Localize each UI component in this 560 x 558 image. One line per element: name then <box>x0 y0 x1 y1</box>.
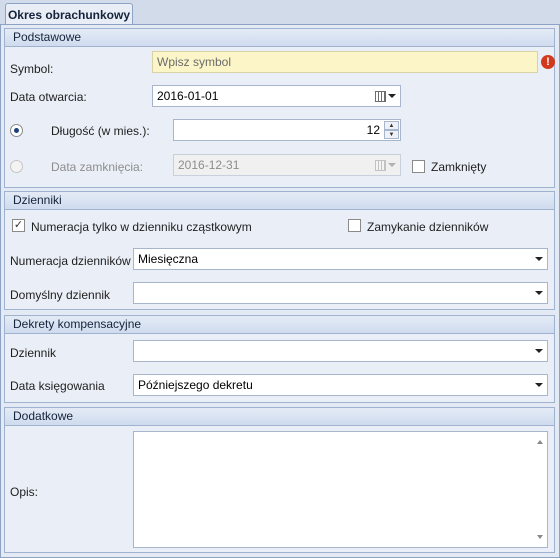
tab-strip: Okres obrachunkowy <box>0 0 560 25</box>
tab-okres-obrachunkowy[interactable]: Okres obrachunkowy <box>5 3 133 25</box>
scroll-down-icon[interactable] <box>537 535 543 539</box>
domyslny-select[interactable] <box>133 282 548 304</box>
numeracja-czastkowym-label: Numeracja tylko w dzienniku cząstkowym <box>31 220 252 234</box>
dlugosc-value: 12 <box>366 123 380 137</box>
numeracja-select[interactable]: Miesięczna <box>133 248 548 270</box>
data-otwarcia-value: 2016-01-01 <box>157 89 219 103</box>
group-header-podstawowe: Podstawowe <box>5 29 554 47</box>
chevron-down-icon[interactable] <box>535 349 543 353</box>
group-header-dzienniki: Dzienniki <box>5 192 554 210</box>
group-header-dodatkowe: Dodatkowe <box>5 408 554 426</box>
symbol-label: Symbol: <box>10 62 54 76</box>
calendar-icon[interactable] <box>375 91 386 102</box>
opis-label: Opis: <box>10 485 39 499</box>
numeracja-czastkowym-checkbox[interactable]: ✓ <box>12 219 25 232</box>
opis-textarea[interactable] <box>133 431 548 548</box>
chevron-down-icon[interactable] <box>388 94 396 98</box>
data-zamkniecia-field[interactable]: 2016-12-31 <box>173 154 401 176</box>
zamkniety-label: Zamknięty <box>431 160 487 174</box>
chevron-down-icon[interactable] <box>535 383 543 387</box>
zamykanie-checkbox[interactable] <box>348 219 361 232</box>
dlugosc-stepper[interactable]: 12 ▲ ▼ <box>173 119 401 141</box>
exclamation-icon: ! <box>541 55 555 69</box>
chevron-down-icon[interactable] <box>388 163 396 167</box>
chevron-down-icon[interactable] <box>535 257 543 261</box>
data-otwarcia-label: Data otwarcia: <box>10 90 87 104</box>
zamkniety-checkbox[interactable] <box>412 160 425 173</box>
spin-down-icon[interactable]: ▼ <box>384 130 399 139</box>
data-ksiegowania-select[interactable]: Późniejszego dekretu <box>133 374 548 396</box>
zamykanie-label: Zamykanie dzienników <box>367 220 489 234</box>
spin-up-icon[interactable]: ▲ <box>384 121 399 130</box>
data-zamkniecia-value: 2016-12-31 <box>178 158 240 172</box>
dlugosc-label: Długość (w mies.): <box>51 124 150 138</box>
data-otwarcia-field[interactable]: 2016-01-01 <box>152 85 401 107</box>
scroll-up-icon[interactable] <box>537 440 543 444</box>
calendar-icon[interactable] <box>375 160 386 171</box>
dlugosc-spin[interactable]: ▲ ▼ <box>384 121 399 139</box>
domyslny-label: Domyślny dziennik <box>10 288 111 302</box>
symbol-input[interactable]: Wpisz symbol <box>152 51 538 73</box>
data-zamkniecia-radio[interactable] <box>10 160 23 173</box>
data-ksiegowania-label: Data księgowania <box>10 379 105 393</box>
data-ksiegowania-value: Późniejszego dekretu <box>138 378 253 392</box>
numeracja-value: Miesięczna <box>138 252 199 266</box>
dziennik-select[interactable] <box>133 340 548 362</box>
dziennik-label: Dziennik <box>10 346 57 360</box>
dlugosc-radio[interactable] <box>10 124 23 137</box>
data-zamkniecia-label: Data zamknięcia: <box>51 160 144 174</box>
chevron-down-icon[interactable] <box>535 291 543 295</box>
numeracja-label: Numeracja dzienników <box>10 254 131 268</box>
group-header-dekrety: Dekrety kompensacyjne <box>5 316 554 334</box>
